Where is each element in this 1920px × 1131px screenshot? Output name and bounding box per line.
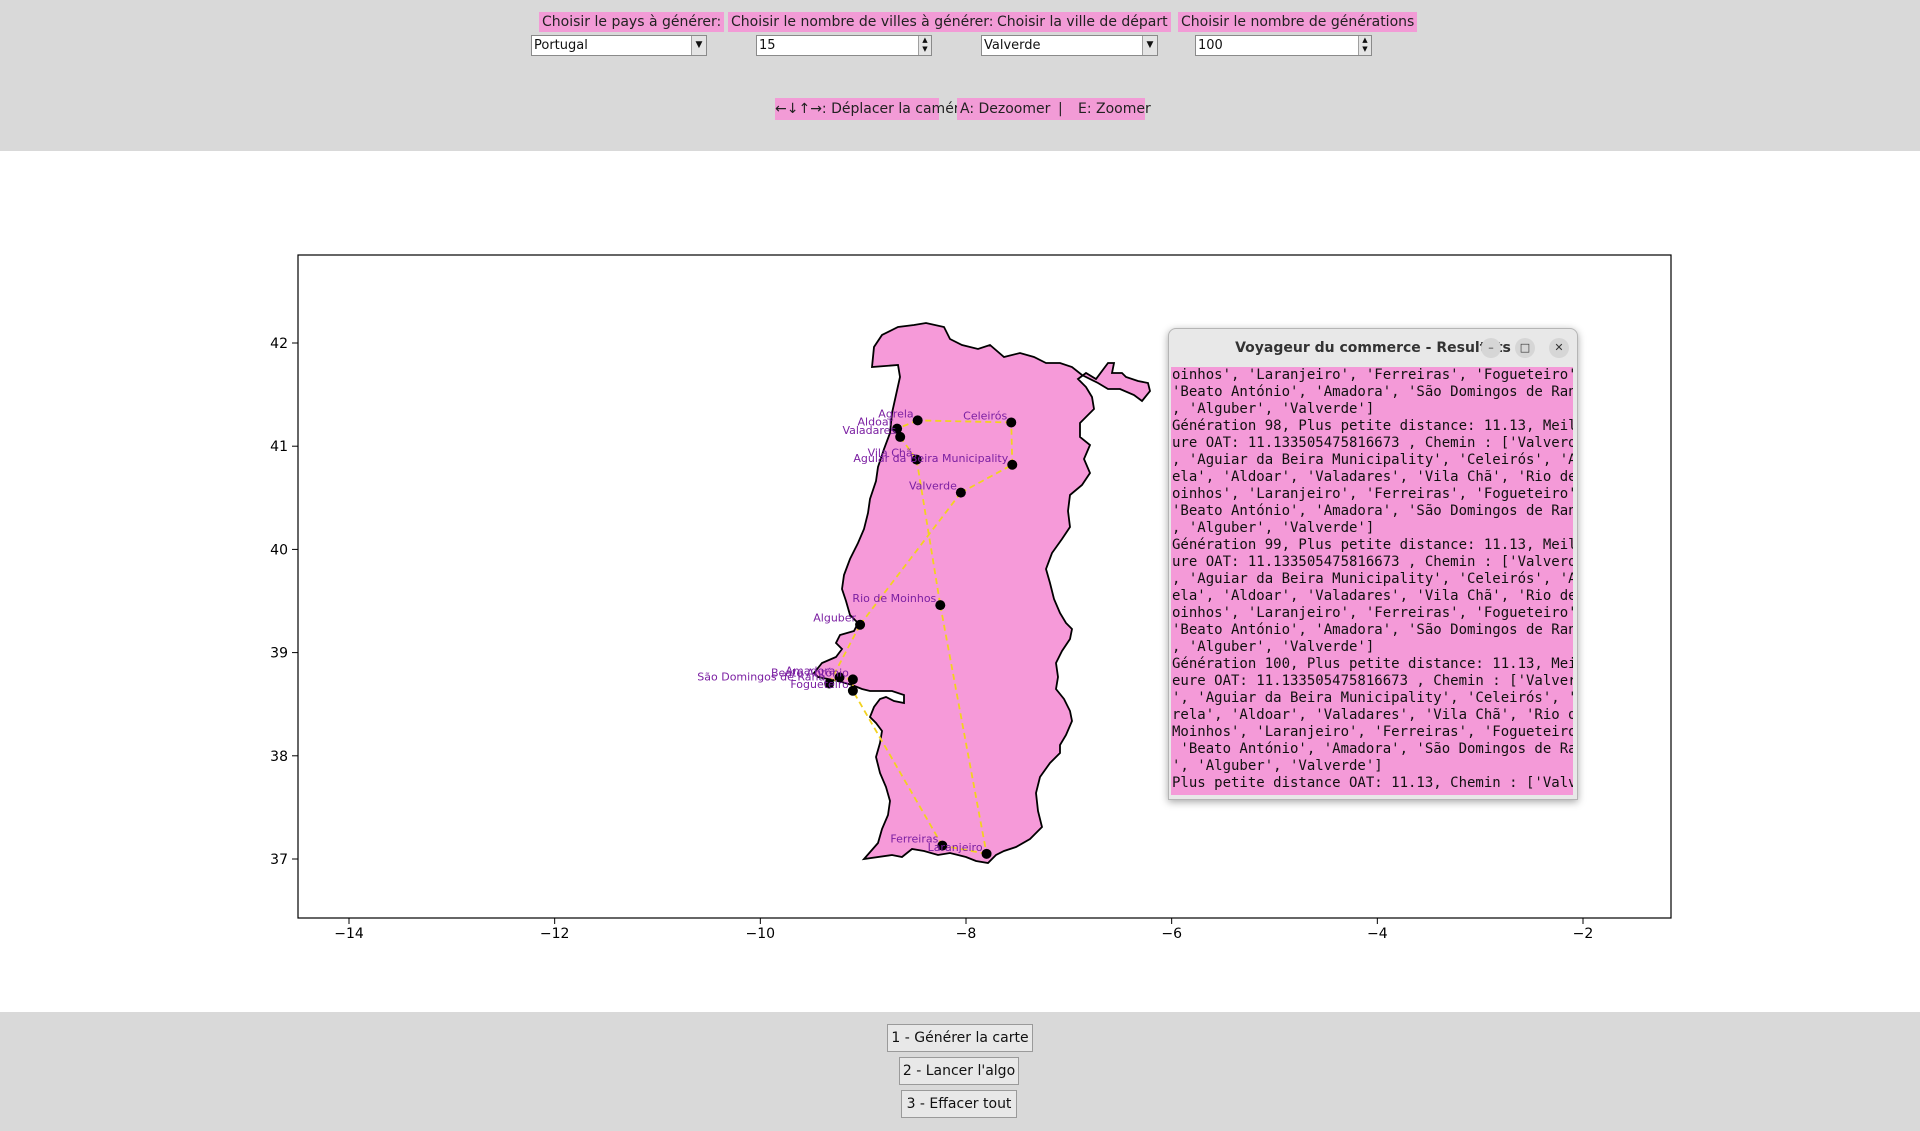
results-line: oinhos', 'Laranjeiro', 'Ferreiras', 'Fog…	[1172, 486, 1573, 502]
country-value: Portugal	[534, 38, 588, 53]
results-line: , 'Alguber', 'Valverde']	[1172, 639, 1375, 655]
y-tick-label: 41	[270, 439, 288, 455]
results-window[interactable]: Voyageur du commerce - Resultats – □ ✕ o…	[1168, 328, 1578, 800]
bottom-button-panel: 1 - Générer la carte 2 - Lancer l'algo 3…	[0, 1012, 1920, 1131]
city-label: Valadares	[842, 424, 896, 437]
city-point	[935, 600, 946, 611]
top-control-panel: Choisir le pays à générer: Portugal ▼ Ch…	[0, 0, 1920, 151]
help-zoom-bar: A: Dezoomer | E: Zoomer	[957, 98, 1151, 120]
chevron-down-icon[interactable]: ▼	[1142, 36, 1157, 55]
y-tick-label: 42	[270, 336, 288, 352]
generations-label: Choisir le nombre de générations	[1178, 12, 1418, 32]
clear-all-button[interactable]: 3 - Effacer tout	[901, 1090, 1017, 1118]
city-point	[847, 674, 858, 685]
city-point	[847, 685, 858, 696]
x-tick-label: −14	[334, 926, 364, 942]
x-tick-label: −6	[1161, 926, 1182, 942]
maximize-icon[interactable]: □	[1515, 338, 1535, 358]
results-line: oinhos', 'Laranjeiro', 'Ferreiras', 'Fog…	[1172, 367, 1573, 383]
results-line: ela', 'Aldoar', 'Valadares', 'Vila Chã',…	[1172, 588, 1573, 604]
country-label: Choisir le pays à générer:	[539, 12, 725, 32]
x-tick-label: −8	[956, 926, 977, 942]
results-text-area[interactable]: oinhos', 'Laranjeiro', 'Ferreiras', 'Fog…	[1171, 367, 1573, 795]
city-label: Celeirós	[963, 409, 1007, 422]
results-line: 'Beato António', 'Amadora', 'São Domingo…	[1172, 384, 1573, 400]
city-label: Rio de Moinhos	[852, 592, 936, 605]
results-line: ', 'Alguber', 'Valverde']	[1172, 758, 1383, 774]
results-line: 'Beato António', 'Amadora', 'São Domingo…	[1172, 622, 1573, 638]
results-line: Plus petite distance OAT: 11.13, Chemin …	[1172, 775, 1573, 791]
chevron-down-icon[interactable]: ▼	[691, 36, 706, 55]
run-algorithm-button[interactable]: 2 - Lancer l'algo	[899, 1057, 1019, 1085]
results-line: , 'Aguiar da Beira Municipality', 'Celei…	[1172, 452, 1573, 468]
results-line: eure OAT: 11.133505475816673 , Chemin : …	[1172, 673, 1573, 689]
help-move-camera: ←↓↑→: Déplacer la caméra	[775, 98, 968, 120]
help-zoom-out: A: Dezoomer	[960, 101, 1051, 117]
city-label: Alguber	[813, 612, 856, 625]
results-line: 'Beato António', 'Amadora', 'São Domingo…	[1172, 503, 1573, 519]
x-tick-label: −12	[540, 926, 570, 942]
spin-arrows-icon[interactable]: ▲ ▼	[918, 36, 931, 55]
y-tick-label: 37	[270, 852, 288, 868]
city-point	[855, 619, 866, 630]
results-line: , 'Alguber', 'Valverde']	[1172, 401, 1375, 417]
results-line: ', 'Aguiar da Beira Municipality', 'Cele…	[1172, 690, 1573, 706]
results-line: , 'Alguber', 'Valverde']	[1172, 520, 1375, 536]
generations-spinbox[interactable]: 100 ▲ ▼	[1195, 35, 1372, 56]
start-city-value: Valverde	[984, 38, 1041, 53]
help-zoom-in: E: Zoomer	[1078, 101, 1151, 117]
results-line: 'Beato António', 'Amadora', 'São Domingo…	[1172, 741, 1573, 757]
city-point	[1007, 459, 1018, 470]
x-tick-label: −4	[1367, 926, 1388, 942]
results-line: Génération 98, Plus petite distance: 11.…	[1172, 418, 1573, 434]
results-line: rela', 'Aldoar', 'Valadares', 'Vila Chã'…	[1172, 707, 1573, 723]
city-label: São Domingos de Rana	[697, 671, 825, 684]
results-line: ure OAT: 11.133505475816673 , Chemin : […	[1172, 435, 1573, 451]
close-icon[interactable]: ✕	[1549, 338, 1569, 358]
cities-count-label: Choisir le nombre de villes à générer:	[728, 12, 997, 32]
results-line: ure OAT: 11.133505475816673 , Chemin : […	[1172, 554, 1573, 570]
x-tick-label: −10	[746, 926, 776, 942]
results-line: , 'Aguiar da Beira Municipality', 'Celei…	[1172, 571, 1573, 587]
city-point	[895, 431, 906, 442]
route-map-plot: ValverdeAguiar da Beira MunicipalityCele…	[270, 254, 1672, 942]
country-select[interactable]: Portugal ▼	[531, 35, 707, 56]
y-tick-label: 39	[270, 646, 288, 662]
help-separator: |	[1058, 101, 1063, 117]
generate-map-button[interactable]: 1 - Générer la carte	[887, 1024, 1033, 1052]
y-tick-label: 38	[270, 749, 288, 765]
cities-count-spinbox[interactable]: 15 ▲ ▼	[756, 35, 932, 56]
city-point	[912, 415, 923, 426]
city-point	[955, 487, 966, 498]
city-point	[981, 848, 992, 859]
y-tick-label: 40	[270, 542, 288, 558]
start-city-label: Choisir la ville de départ	[994, 12, 1171, 32]
map-canvas[interactable]: Valverde Aguiar da Beira Municipality Cele…	[0, 151, 1920, 1012]
cities-count-value: 15	[759, 38, 776, 53]
city-label: Valverde	[909, 480, 957, 493]
results-line: Génération 99, Plus petite distance: 11.…	[1172, 537, 1573, 553]
city-label: Ferreiras	[890, 833, 938, 846]
results-line: Moinhos', 'Laranjeiro', 'Ferreiras', 'Fo…	[1172, 724, 1573, 740]
minimize-icon[interactable]: –	[1481, 338, 1501, 358]
city-label: Vila Chã	[868, 447, 913, 460]
generations-value: 100	[1198, 38, 1223, 53]
city-point	[1006, 417, 1017, 428]
x-tick-label: −2	[1573, 926, 1594, 942]
spin-arrows-icon[interactable]: ▲ ▼	[1358, 36, 1371, 55]
results-line: Génération 100, Plus petite distance: 11…	[1172, 656, 1573, 672]
results-line: ela', 'Aldoar', 'Valadares', 'Vila Chã',…	[1172, 469, 1573, 485]
results-line: oinhos', 'Laranjeiro', 'Ferreiras', 'Fog…	[1172, 605, 1573, 621]
start-city-select[interactable]: Valverde ▼	[981, 35, 1158, 56]
